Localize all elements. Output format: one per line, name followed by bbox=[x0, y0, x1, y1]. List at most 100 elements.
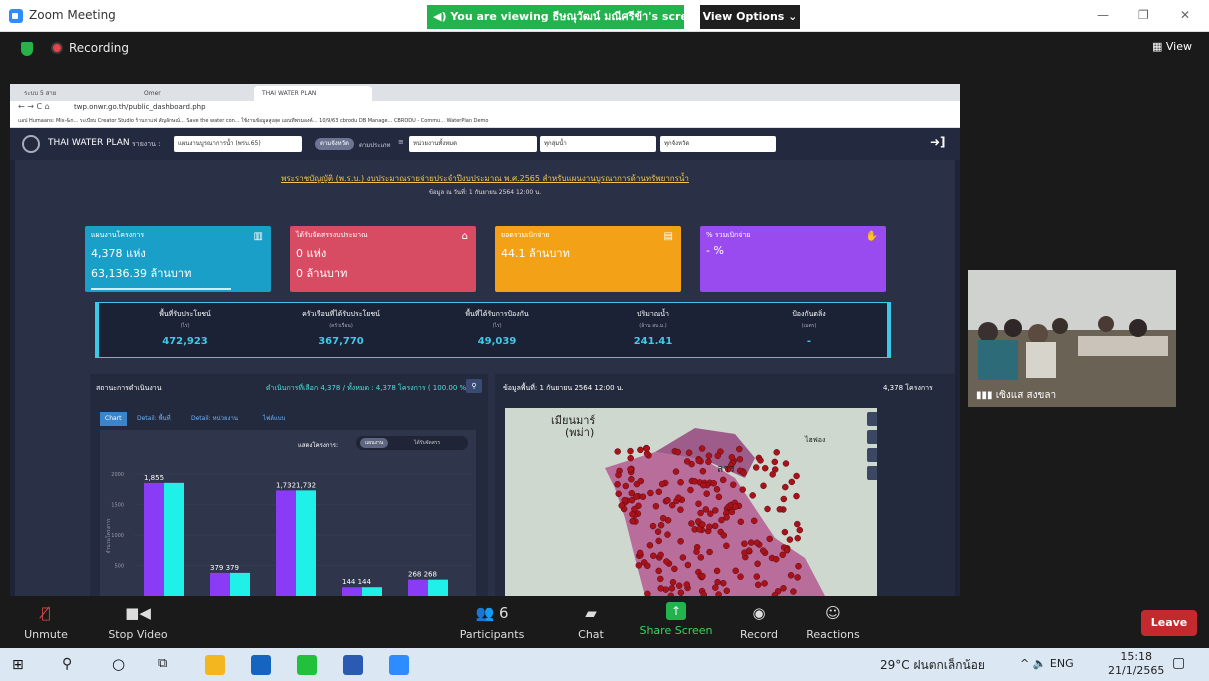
project-marker[interactable] bbox=[720, 532, 728, 539]
project-marker[interactable] bbox=[783, 546, 791, 554]
project-marker[interactable] bbox=[703, 490, 710, 497]
project-marker[interactable] bbox=[672, 468, 680, 475]
chart-bar[interactable] bbox=[276, 490, 296, 596]
project-marker[interactable] bbox=[753, 573, 761, 580]
project-marker[interactable] bbox=[737, 518, 745, 526]
project-marker[interactable] bbox=[749, 492, 756, 499]
kpi-card-allocated[interactable]: ได้รับจัดสรรงบประมาณ 0 แห่ง 0 ล้านบาท ⌂ bbox=[290, 226, 476, 292]
project-marker[interactable] bbox=[714, 452, 721, 460]
project-marker[interactable] bbox=[788, 478, 796, 486]
project-marker[interactable] bbox=[664, 496, 671, 504]
filter-allocated[interactable]: ได้รับจัดสรร bbox=[414, 438, 440, 448]
project-marker[interactable] bbox=[750, 517, 758, 525]
line-icon[interactable] bbox=[297, 655, 317, 675]
project-marker[interactable] bbox=[685, 449, 693, 456]
url-bar[interactable]: ← → C ⌂ twp.onwr.go.th/public_dashboard.… bbox=[10, 101, 960, 115]
project-marker[interactable] bbox=[713, 486, 721, 493]
nav-arrows-icon[interactable]: ← → C ⌂ bbox=[18, 102, 50, 111]
project-marker[interactable] bbox=[657, 575, 664, 583]
view-options-button[interactable]: View Options ⌄ bbox=[700, 5, 800, 29]
project-marker[interactable] bbox=[691, 478, 698, 485]
project-marker[interactable] bbox=[752, 464, 760, 471]
project-marker[interactable] bbox=[657, 585, 664, 592]
chart-bar[interactable] bbox=[164, 482, 184, 596]
tab-detail-area[interactable]: Detail: พื้นที่ bbox=[132, 412, 176, 426]
cortana-icon[interactable]: ○ bbox=[112, 655, 125, 673]
project-marker[interactable] bbox=[629, 510, 636, 518]
project-marker[interactable] bbox=[786, 536, 794, 543]
project-marker[interactable] bbox=[622, 482, 630, 490]
project-marker[interactable] bbox=[677, 479, 684, 486]
filter-plan[interactable]: แผนงาน bbox=[360, 438, 389, 448]
project-marker[interactable] bbox=[687, 486, 694, 494]
project-marker[interactable] bbox=[712, 584, 719, 591]
project-marker[interactable] bbox=[695, 457, 703, 465]
browser-tab[interactable]: ระบบ 5 สาย bbox=[16, 86, 134, 101]
chart-bar[interactable] bbox=[296, 490, 316, 596]
project-marker[interactable] bbox=[747, 539, 755, 546]
project-marker[interactable] bbox=[669, 501, 676, 509]
project-marker[interactable] bbox=[794, 534, 801, 542]
project-marker[interactable] bbox=[779, 551, 786, 559]
project-map[interactable]: เมียนมาร์ (พม่า) ลาว ไฮฟอง bbox=[505, 408, 877, 596]
project-marker[interactable] bbox=[675, 494, 682, 501]
project-marker[interactable] bbox=[637, 477, 645, 485]
project-marker[interactable] bbox=[713, 567, 721, 575]
close-icon[interactable] bbox=[867, 466, 877, 480]
stop-video-button[interactable]: ■◀ Stop Video bbox=[98, 602, 178, 641]
report-select[interactable]: แผนงานบูรณาการน้ำ (พรบ.65) bbox=[174, 136, 302, 152]
project-marker[interactable] bbox=[677, 506, 684, 513]
project-marker[interactable] bbox=[754, 581, 762, 589]
project-marker[interactable] bbox=[679, 554, 687, 561]
project-marker[interactable] bbox=[780, 585, 787, 592]
clock[interactable]: 15:18 21/1/2565 bbox=[1108, 650, 1164, 678]
project-marker[interactable] bbox=[705, 458, 712, 466]
project-marker[interactable] bbox=[643, 445, 651, 452]
project-marker[interactable] bbox=[636, 549, 644, 557]
project-marker[interactable] bbox=[719, 476, 727, 484]
project-marker[interactable] bbox=[772, 555, 780, 563]
project-marker[interactable] bbox=[618, 502, 625, 509]
filter-toggle[interactable]: แผนงาน ได้รับจัดสรร bbox=[356, 436, 468, 450]
project-marker[interactable] bbox=[698, 445, 706, 452]
project-marker[interactable] bbox=[614, 481, 621, 488]
project-marker[interactable] bbox=[782, 460, 790, 467]
project-marker[interactable] bbox=[654, 528, 662, 535]
project-marker[interactable] bbox=[706, 548, 713, 556]
project-marker[interactable] bbox=[695, 526, 703, 533]
project-marker[interactable] bbox=[621, 496, 628, 504]
headline[interactable]: พระราชบัญญัติ (พ.ร.บ.) งบประมาณรายจ่ายปร… bbox=[195, 172, 775, 185]
project-marker[interactable] bbox=[628, 475, 635, 483]
project-marker[interactable] bbox=[706, 523, 713, 531]
project-marker[interactable] bbox=[753, 539, 761, 547]
chart-bar[interactable] bbox=[144, 482, 164, 596]
file-explorer-icon[interactable] bbox=[205, 655, 225, 675]
system-tray[interactable]: ^ 🔈 ENG bbox=[1020, 657, 1074, 670]
fullscreen-icon[interactable] bbox=[867, 412, 877, 426]
chart-bar[interactable] bbox=[428, 579, 448, 596]
record-button[interactable]: ◉ Record bbox=[734, 602, 784, 641]
menu-icon[interactable]: ≡ bbox=[398, 138, 404, 146]
project-marker[interactable] bbox=[793, 472, 800, 480]
project-marker[interactable] bbox=[702, 506, 710, 513]
view-button[interactable]: ▦ View bbox=[1152, 40, 1192, 53]
tab-chart[interactable]: Chart bbox=[100, 412, 127, 426]
tab-files[interactable]: ไฟล์แบบ bbox=[258, 412, 290, 426]
project-marker[interactable] bbox=[652, 502, 660, 510]
project-marker[interactable] bbox=[669, 579, 677, 586]
maximize-icon[interactable]: ❐ bbox=[1138, 8, 1149, 22]
tab-detail-agency[interactable]: Detail: หน่วยงาน bbox=[186, 412, 243, 426]
participants-button[interactable]: 👥 6 Participants bbox=[452, 602, 532, 641]
by-type-toggle[interactable]: ตามประเภท bbox=[359, 140, 390, 150]
project-marker[interactable] bbox=[757, 457, 764, 464]
chart-bar[interactable] bbox=[408, 579, 428, 596]
project-marker[interactable] bbox=[674, 448, 682, 456]
close-icon[interactable]: ✕ bbox=[1180, 8, 1190, 22]
project-marker[interactable] bbox=[688, 520, 695, 527]
project-marker[interactable] bbox=[728, 508, 736, 516]
project-marker[interactable] bbox=[649, 522, 657, 530]
project-marker[interactable] bbox=[664, 531, 671, 538]
project-marker[interactable] bbox=[705, 452, 713, 459]
project-marker[interactable] bbox=[782, 483, 789, 491]
project-marker[interactable] bbox=[697, 554, 705, 561]
